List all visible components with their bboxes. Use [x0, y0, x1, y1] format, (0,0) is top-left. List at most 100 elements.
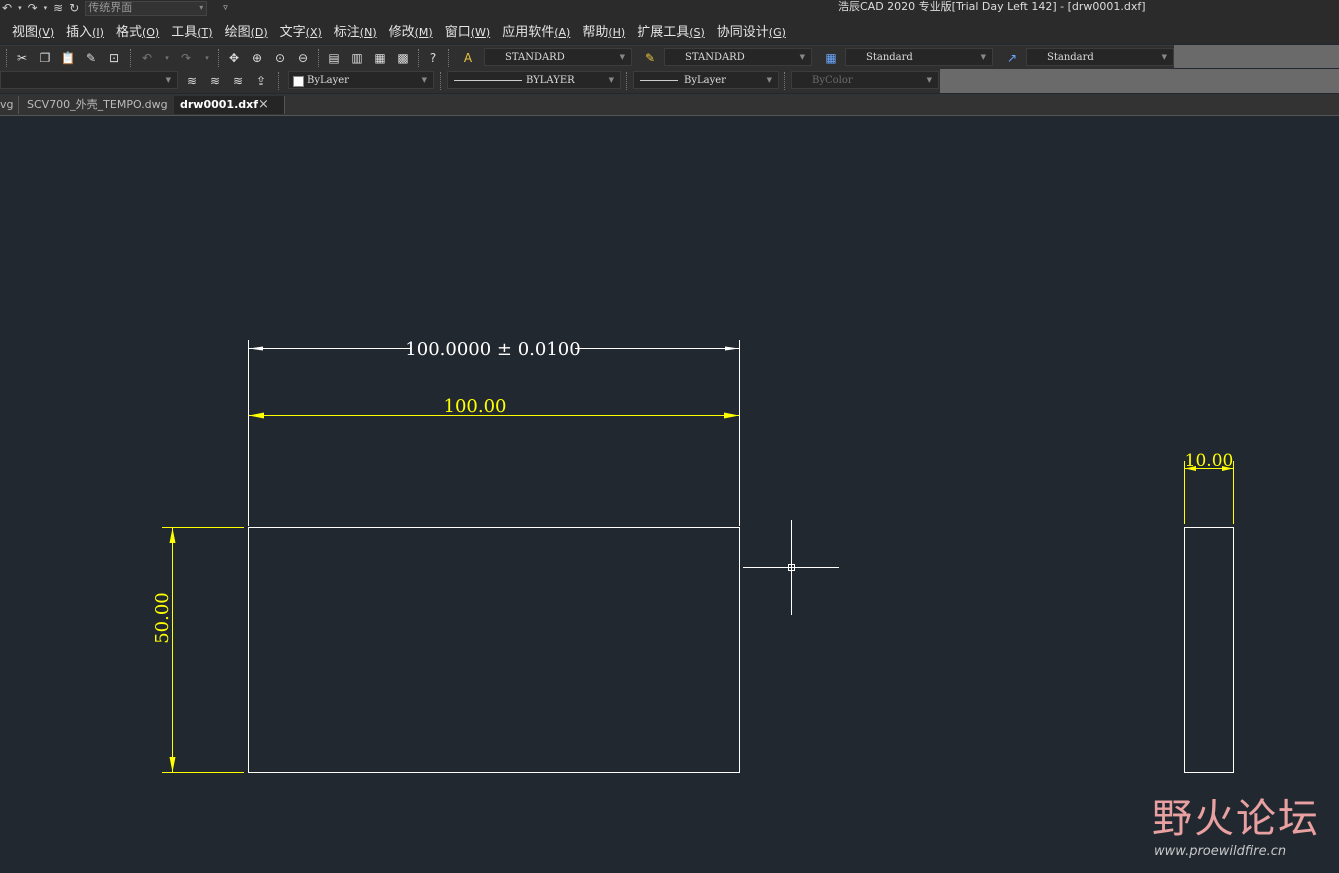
table-style-value: Standard — [866, 52, 913, 63]
layers-icon[interactable]: ≋ — [53, 1, 63, 15]
customize-quick-access-icon[interactable]: ▿ — [223, 1, 228, 15]
toolbar-separator — [440, 72, 443, 90]
color-select[interactable]: ByLayer ▼ — [288, 71, 434, 89]
block-editor-icon[interactable]: ⊡ — [106, 50, 122, 66]
table-style-select[interactable]: Standard ▼ — [845, 48, 993, 66]
dimension-style-icon[interactable]: ✎ — [642, 50, 658, 66]
plot-style-value: ByColor — [812, 75, 853, 86]
title-bar: ↶ ▾ ↷ ▾ ≋ ↻ 传统界面 ▾ ▿ 浩辰CAD 2020 专业版[Tria… — [0, 0, 1339, 16]
rectangle-side-view[interactable] — [1184, 527, 1234, 773]
dropdown-icon[interactable]: ▾ — [159, 50, 175, 66]
toolbar-separator — [318, 49, 321, 67]
menu-item-label: 视图 — [12, 24, 39, 40]
chevron-down-icon: ▼ — [165, 76, 171, 84]
toolbar-empty-area — [940, 69, 1339, 93]
paste-icon[interactable]: 📋 — [60, 50, 76, 66]
redo-icon[interactable]: ↷ — [28, 1, 38, 15]
multileader-style-select[interactable]: Standard ▼ — [1026, 48, 1174, 66]
color-swatch — [293, 76, 304, 87]
dimension-width[interactable]: 100.00 — [249, 396, 739, 419]
standard-toolbar: ✂ ❐ 📋 ✎ ⊡ ↶ ▾ ↷ ▾ ✥ ⊕ ⊙ ⊖ ▤ ▥ ▦ ▩ ? A ST… — [0, 45, 1174, 69]
zoom-previous-icon[interactable]: ⊖ — [295, 50, 311, 66]
toolbar-grip[interactable] — [278, 72, 281, 90]
table-style-icon[interactable]: ▦ — [823, 50, 839, 66]
menu-item-label: 格式 — [115, 24, 142, 40]
watermark-logo: 野火论坛 www.proewildfire.cn — [1152, 786, 1322, 866]
dimension-height-text: 50.00 — [152, 592, 173, 644]
menu-item-1[interactable]: 插入(I) — [66, 21, 104, 40]
toolbar-grip[interactable] — [6, 49, 9, 67]
menu-item-3[interactable]: 工具(T) — [171, 21, 212, 40]
menu-item-label: 协同设计 — [716, 24, 769, 40]
rectangle-front-view[interactable] — [248, 527, 740, 773]
dropdown-icon[interactable]: ▾ — [199, 50, 215, 66]
menu-item-4[interactable]: 绘图(D) — [225, 21, 268, 40]
layer-properties-icon[interactable]: ≋ — [184, 73, 200, 89]
menu-item-7[interactable]: 修改(M) — [389, 21, 433, 40]
toolbar-grip[interactable] — [448, 49, 451, 67]
menu-item-accelerator: (A) — [554, 25, 571, 39]
text-style-value: STANDARD — [505, 52, 565, 63]
match-properties-icon[interactable]: ✎ — [83, 50, 99, 66]
menu-item-2[interactable]: 格式(O) — [116, 21, 159, 40]
dimension-height[interactable]: 50.00 — [152, 527, 244, 773]
refresh-icon[interactable]: ↻ — [69, 1, 79, 15]
text-style-select[interactable]: STANDARD ▼ — [484, 48, 632, 66]
tab-document-1[interactable]: vg — [0, 96, 19, 114]
plot-style-select: ByColor ▼ — [791, 71, 939, 89]
chevron-down-icon: ▼ — [766, 76, 772, 84]
linetype-select[interactable]: BYLAYER ▼ — [447, 71, 621, 89]
menu-item-accelerator: (W) — [470, 25, 491, 39]
menu-item-8[interactable]: 窗口(W) — [445, 21, 490, 40]
layer-select[interactable]: ▼ — [0, 71, 178, 89]
lineweight-select[interactable]: ByLayer ▼ — [633, 71, 779, 89]
menu-item-label: 标注 — [333, 24, 360, 40]
menu-item-11[interactable]: 扩展工具(S) — [637, 21, 705, 40]
menu-item-10[interactable]: 帮助(H) — [582, 21, 625, 40]
undo-icon[interactable]: ↶ — [139, 50, 155, 66]
workspace-select[interactable]: 传统界面 ▾ — [85, 0, 208, 16]
menu-item-6[interactable]: 标注(N) — [334, 21, 377, 40]
dropdown-icon[interactable]: ▾ — [44, 1, 48, 15]
tab-document-2[interactable]: SCV700_外壳_TEMPO.dwg — [21, 96, 175, 114]
menu-item-9[interactable]: 应用软件(A) — [502, 21, 570, 40]
dimension-style-select[interactable]: STANDARD ▼ — [664, 48, 812, 66]
tab-label: vg — [0, 98, 14, 111]
toolbar-separator — [418, 49, 421, 67]
color-value: ByLayer — [307, 75, 349, 86]
menu-item-accelerator: (S) — [689, 25, 705, 39]
multileader-style-icon[interactable]: ↗ — [1004, 50, 1020, 66]
dropdown-icon[interactable]: ▾ — [18, 1, 22, 15]
menu-item-0[interactable]: 视图(V) — [12, 21, 54, 40]
pan-icon[interactable]: ✥ — [226, 50, 242, 66]
dimension-tolerance[interactable]: 100.0000 ± 0.0100 — [248, 339, 740, 526]
redo-icon[interactable]: ↷ — [178, 50, 194, 66]
dimension-thickness-text: 10.00 — [1185, 451, 1234, 471]
menu-item-5[interactable]: 文字(X) — [280, 21, 322, 40]
properties-toolbar: ▼ ≋ ≋ ≋ ⇪ ByLayer ▼ BYLAYER ▼ ByLayer ▼ … — [0, 69, 940, 93]
make-current-layer-icon[interactable]: ⇪ — [253, 73, 269, 89]
tool-palette-icon[interactable]: ▦ — [372, 50, 388, 66]
layer-states-icon[interactable]: ≋ — [230, 73, 246, 89]
undo-icon[interactable]: ↶ — [2, 1, 12, 15]
zoom-window-icon[interactable]: ⊙ — [272, 50, 288, 66]
tab-label: SCV700_外壳_TEMPO.dwg — [27, 98, 168, 111]
properties-icon[interactable]: ▤ — [326, 50, 342, 66]
text-style-icon[interactable]: A — [460, 50, 476, 66]
close-icon[interactable]: × — [258, 96, 269, 114]
calculator-icon[interactable]: ▩ — [395, 50, 411, 66]
menu-item-label: 修改 — [388, 24, 415, 40]
toolbar-separator — [626, 72, 629, 90]
menu-item-12[interactable]: 协同设计(G) — [717, 21, 786, 40]
dimension-thickness[interactable]: 10.00 — [1184, 451, 1234, 524]
cut-icon[interactable]: ✂ — [14, 50, 30, 66]
layer-previous-icon[interactable]: ≋ — [207, 73, 223, 89]
design-center-icon[interactable]: ▥ — [349, 50, 365, 66]
drawing-canvas[interactable]: 100.0000 ± 0.0100 100.00 50.00 10.00 — [0, 118, 1339, 869]
crosshair-cursor — [743, 520, 839, 615]
copy-icon[interactable]: ❐ — [37, 50, 53, 66]
toolbar-empty-area — [1174, 45, 1339, 68]
lineweight-preview — [640, 80, 678, 81]
help-icon[interactable]: ? — [425, 50, 441, 66]
zoom-realtime-icon[interactable]: ⊕ — [249, 50, 265, 66]
